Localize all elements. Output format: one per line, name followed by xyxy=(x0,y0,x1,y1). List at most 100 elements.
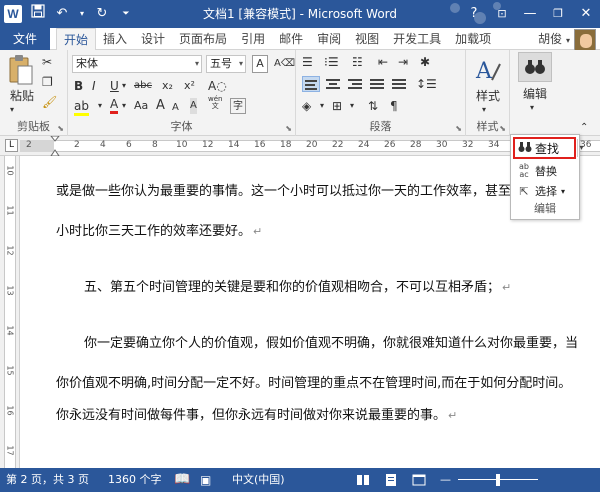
multilevel-list-icon[interactable]: ☷ xyxy=(352,54,363,70)
tab-home[interactable]: 开始 xyxy=(56,28,97,51)
vruler-number: 13 xyxy=(5,285,15,296)
subscript-button[interactable]: x₂ xyxy=(162,78,173,94)
document-line[interactable]: 五、第五个时间管理的关键是要和你的价值观相吻合，不可以互相矛盾； ↵ xyxy=(84,276,511,295)
tab-mailings[interactable]: 邮件 xyxy=(272,28,310,50)
clipboard-launcher-icon[interactable]: ⬊ xyxy=(57,124,64,133)
styles-launcher-icon[interactable]: ⬊ xyxy=(499,124,506,133)
vertical-ruler[interactable]: 10 11 12 13 14 15 16 17 xyxy=(0,156,20,468)
chinese-layout-icon[interactable]: ✱ xyxy=(420,54,430,70)
align-center-button[interactable] xyxy=(324,76,342,92)
justify-button[interactable] xyxy=(368,76,386,92)
shrink-font-button[interactable]: A xyxy=(172,100,179,116)
editing-find-large-icon[interactable] xyxy=(518,52,552,82)
text-effects-icon[interactable]: A◌ xyxy=(208,78,227,94)
find-dropdown-icon[interactable]: ▾ xyxy=(577,139,585,157)
paste-dropdown-icon[interactable]: ▾ xyxy=(10,102,14,118)
decrease-indent-icon[interactable]: ⇤ xyxy=(378,54,388,70)
paste-icon[interactable] xyxy=(8,54,34,88)
help-icon[interactable]: ? xyxy=(460,0,488,28)
tab-developer[interactable]: 开发工具 xyxy=(386,28,448,50)
enclose-char-icon[interactable]: 字 xyxy=(230,98,246,114)
change-case-button[interactable]: Aa xyxy=(134,98,148,114)
tab-insert[interactable]: 插入 xyxy=(96,28,134,50)
user-account[interactable]: 胡俊 ▾ xyxy=(538,28,570,52)
bullets-icon[interactable]: ☰ xyxy=(302,54,313,70)
font-color-button[interactable]: A xyxy=(110,98,119,114)
document-line[interactable]: 你永远没有时间做每件事，但你永远有时间做对你来说最重要的事。 ↵ xyxy=(56,404,457,423)
replace-button[interactable]: ab ac 替换 xyxy=(517,163,557,179)
word-count[interactable]: 1360 个字 xyxy=(108,468,162,492)
restore-icon[interactable]: ❐ xyxy=(544,0,572,28)
copy-icon[interactable]: ❐ xyxy=(42,74,53,90)
styles-icon[interactable]: A xyxy=(474,56,502,84)
tab-view[interactable]: 视图 xyxy=(348,28,386,50)
ribbon-display-icon[interactable]: ⊡ xyxy=(488,0,516,28)
collapse-ribbon-icon[interactable]: ⌃ xyxy=(580,120,588,136)
char-border-icon[interactable]: A xyxy=(252,55,268,73)
font-color-dropdown-icon[interactable]: ▾ xyxy=(122,98,126,114)
show-marks-icon[interactable]: ¶ xyxy=(390,98,398,114)
vruler-number: 10 xyxy=(5,165,15,176)
find-button[interactable]: 查找 xyxy=(513,137,576,159)
char-shading-icon[interactable]: A xyxy=(190,98,197,114)
page-count[interactable]: 第 2 页，共 3 页 xyxy=(6,468,89,492)
macro-record-icon[interactable]: ▣ xyxy=(200,468,211,492)
zoom-out-icon[interactable]: — xyxy=(440,468,451,492)
font-size-select[interactable]: 五号 ▾ xyxy=(206,55,246,73)
strikethrough-button[interactable]: abc xyxy=(134,78,152,94)
cut-icon[interactable]: ✂ xyxy=(42,54,52,70)
bold-button[interactable]: B xyxy=(74,78,83,94)
clear-format-icon[interactable]: A⌫ xyxy=(274,56,295,72)
highlight-icon[interactable]: ab xyxy=(74,98,89,116)
styles-button[interactable]: 样式 xyxy=(472,88,504,104)
web-layout-icon[interactable] xyxy=(412,473,426,487)
indent-marker-icon[interactable] xyxy=(50,136,60,156)
format-painter-icon[interactable]: 🖌 xyxy=(42,94,57,110)
avatar[interactable] xyxy=(574,29,596,51)
sort-icon[interactable]: ⇅ xyxy=(368,98,378,114)
italic-button[interactable]: I xyxy=(92,78,96,94)
increase-indent-icon[interactable]: ⇥ xyxy=(398,54,408,70)
borders-dropdown-icon[interactable]: ▾ xyxy=(350,98,354,114)
find-label: 查找 xyxy=(535,141,560,156)
superscript-button[interactable]: x² xyxy=(184,78,195,94)
document-line[interactable]: 你价值观不明确,时间分配一定不好。时间管理的重点不在管理时间,而在于如何分配时间… xyxy=(56,372,571,391)
tab-file[interactable]: 文件 xyxy=(0,28,50,50)
line-spacing-icon[interactable]: ↕☰ xyxy=(416,76,437,92)
select-button[interactable]: ⇱ 选择 ▾ xyxy=(517,183,565,199)
align-left-button[interactable] xyxy=(302,76,320,92)
underline-button[interactable]: U xyxy=(110,78,119,94)
read-mode-icon[interactable] xyxy=(356,473,370,487)
tab-references[interactable]: 引用 xyxy=(234,28,272,50)
font-launcher-icon[interactable]: ⬊ xyxy=(285,124,292,133)
underline-dropdown-icon[interactable]: ▾ xyxy=(122,78,126,94)
document-line[interactable]: 小时比你三天工作的效率还要好。 ↵ xyxy=(56,220,262,239)
align-right-button[interactable] xyxy=(346,76,364,92)
shading-icon[interactable]: ◈ xyxy=(302,98,311,114)
tab-addins[interactable]: 加载项 xyxy=(448,28,498,50)
font-name-select[interactable]: 宋体 ▾ xyxy=(72,55,202,73)
grow-font-button[interactable]: A xyxy=(156,98,165,114)
close-icon[interactable]: ✕ xyxy=(572,0,600,28)
print-layout-icon[interactable] xyxy=(384,473,398,487)
tab-review[interactable]: 审阅 xyxy=(310,28,348,50)
tab-selector-icon[interactable]: L xyxy=(5,139,18,152)
paragraph-launcher-icon[interactable]: ⬊ xyxy=(455,124,462,133)
document-line[interactable]: 或是做一些你认为最重要的事情。这一个小时可以抵过你一天的工作效率，甚至有 xyxy=(56,180,524,199)
language-status[interactable]: 中文(中国) xyxy=(232,468,285,492)
minimize-icon[interactable]: — xyxy=(516,0,544,28)
phonetic-guide-icon[interactable]: wén 文 xyxy=(208,96,222,110)
highlight-dropdown-icon[interactable]: ▾ xyxy=(98,98,102,114)
tab-page-layout[interactable]: 页面布局 xyxy=(172,28,234,50)
distributed-button[interactable] xyxy=(390,76,408,92)
borders-icon[interactable]: ⊞ xyxy=(332,98,342,114)
zoom-slider[interactable] xyxy=(458,468,538,492)
editing-dropdown-icon[interactable]: ▾ xyxy=(530,100,534,116)
document-line[interactable]: 你一定要确立你个人的价值观，假如价值观不明确，你就很难知道什么对你最重要，当 xyxy=(84,332,578,351)
shading-dropdown-icon[interactable]: ▾ xyxy=(320,98,324,114)
editing-button[interactable]: 编辑 xyxy=(518,86,552,102)
styles-dropdown-icon[interactable]: ▾ xyxy=(482,102,486,118)
tab-design[interactable]: 设计 xyxy=(134,28,172,50)
numbering-icon[interactable]: ⁝☰ xyxy=(324,54,339,70)
proofing-icon[interactable]: 📖 xyxy=(174,468,190,492)
